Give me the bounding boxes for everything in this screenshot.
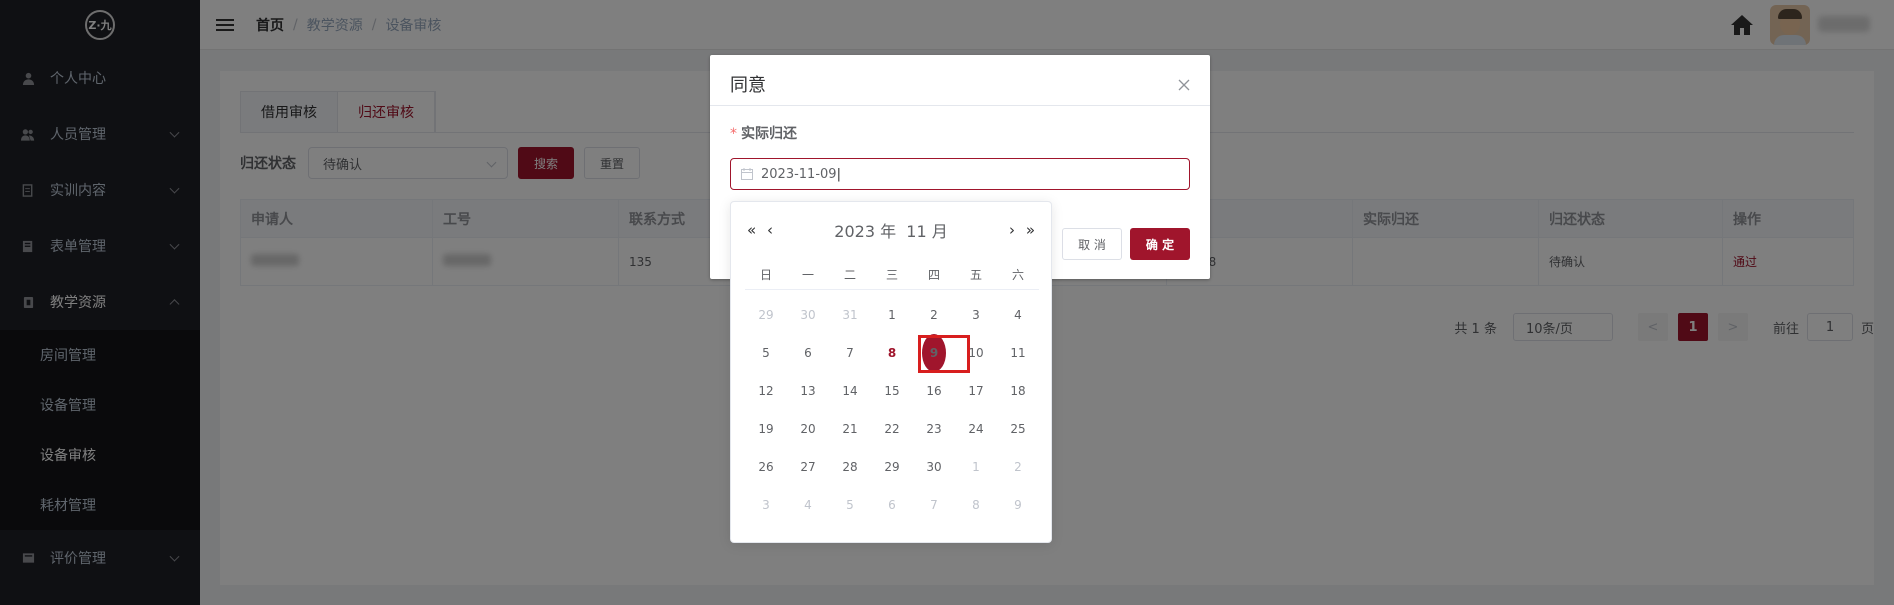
- next-month-icon[interactable]: ›: [1009, 221, 1015, 239]
- calendar-day[interactable]: 18: [997, 372, 1039, 410]
- calendar-day[interactable]: 2: [913, 296, 955, 334]
- next-year-icon[interactable]: »: [1026, 221, 1035, 239]
- date-picker-title: 2023 年 11 月: [834, 222, 948, 241]
- calendar-day[interactable]: 22: [871, 410, 913, 448]
- actual-return-label: * 实际归还: [730, 123, 797, 143]
- date-picker-header: « ‹ 2023 年 11 月 › »: [743, 218, 1039, 242]
- prev-year-icon[interactable]: «: [747, 221, 756, 239]
- confirm-button[interactable]: 确 定: [1130, 228, 1190, 260]
- calendar-day[interactable]: 30: [787, 296, 829, 334]
- calendar-day[interactable]: 15: [871, 372, 913, 410]
- calendar-day[interactable]: 5: [829, 486, 871, 524]
- weekday-label: 四: [927, 268, 940, 282]
- calendar-day[interactable]: 1: [955, 448, 997, 486]
- calendar-week-row: 26 27 28 29 30 1 2: [745, 448, 1039, 486]
- calendar-day[interactable]: 11: [997, 334, 1039, 372]
- calendar-week-row: 29 30 31 1 2 3 4: [745, 296, 1039, 334]
- calendar-day[interactable]: 14: [829, 372, 871, 410]
- calendar-day[interactable]: 25: [997, 410, 1039, 448]
- calendar-day-selected[interactable]: 9: [913, 334, 970, 373]
- calendar-icon: [741, 168, 753, 180]
- prev-month-icon[interactable]: ‹: [767, 221, 773, 239]
- calendar-day[interactable]: 17: [955, 372, 997, 410]
- calendar-day[interactable]: 6: [871, 486, 913, 524]
- calendar-day[interactable]: 9: [997, 486, 1039, 524]
- calendar-day[interactable]: 4: [787, 486, 829, 524]
- calendar-week-row: 12 13 14 15 16 17 18: [745, 372, 1039, 410]
- calendar-day[interactable]: 30: [913, 448, 955, 486]
- cancel-button[interactable]: 取 消: [1062, 228, 1122, 260]
- calendar-day[interactable]: 19: [745, 410, 787, 448]
- weekday-label: 六: [1011, 268, 1024, 282]
- calendar-day[interactable]: 13: [787, 372, 829, 410]
- calendar-day[interactable]: 27: [787, 448, 829, 486]
- calendar-day[interactable]: 6: [787, 334, 829, 372]
- calendar-day[interactable]: 20: [787, 410, 829, 448]
- calendar-day[interactable]: 21: [829, 410, 871, 448]
- calendar-day[interactable]: 29: [745, 296, 787, 334]
- calendar-day[interactable]: 12: [745, 372, 787, 410]
- calendar-day[interactable]: 23: [913, 410, 955, 448]
- calendar-day[interactable]: 3: [955, 296, 997, 334]
- weekday-label: 一: [801, 268, 814, 282]
- calendar-day[interactable]: 4: [997, 296, 1039, 334]
- calendar-day[interactable]: 26: [745, 448, 787, 486]
- calendar-day[interactable]: 29: [871, 448, 913, 486]
- date-input-value: 2023-11-09: [761, 166, 837, 182]
- calendar-day[interactable]: 3: [745, 486, 787, 524]
- form-label-text: 实际归还: [741, 126, 797, 142]
- highlight-box: [918, 335, 970, 373]
- calendar-day[interactable]: 24: [955, 410, 997, 448]
- calendar-week-row: 3456789: [745, 486, 1039, 524]
- weekday-label: 三: [885, 268, 898, 282]
- calendar-day[interactable]: 1: [871, 296, 913, 334]
- calendar-day[interactable]: 31: [829, 296, 871, 334]
- calendar-day[interactable]: 16: [913, 372, 955, 410]
- calendar-day[interactable]: 2: [997, 448, 1039, 486]
- calendar-day[interactable]: 7: [829, 334, 871, 372]
- weekday-header: 日 一 二 三 四 五 六: [745, 260, 1039, 290]
- calendar-day[interactable]: 7: [913, 486, 955, 524]
- required-mark: *: [730, 126, 737, 142]
- weekday-label: 五: [969, 268, 982, 282]
- calendar-day[interactable]: 8: [955, 486, 997, 524]
- calendar-week-row: 5 6 7 8 9 10 11: [745, 334, 1039, 373]
- close-icon[interactable]: [1178, 79, 1190, 91]
- actual-return-date-input[interactable]: 2023-11-09 |: [730, 158, 1190, 190]
- calendar-day[interactable]: 8: [871, 334, 913, 372]
- calendar-day[interactable]: 28: [829, 448, 871, 486]
- weekday-label: 二: [843, 268, 856, 282]
- date-picker-panel: « ‹ 2023 年 11 月 › » 日 一 二 三 四 五 六 29 30 31…: [730, 201, 1052, 543]
- calendar-day[interactable]: 5: [745, 334, 787, 372]
- dialog-title: 同意: [730, 75, 766, 96]
- weekday-label: 日: [759, 268, 772, 282]
- calendar-week-row: 19 20 21 22 23 24 25: [745, 410, 1039, 448]
